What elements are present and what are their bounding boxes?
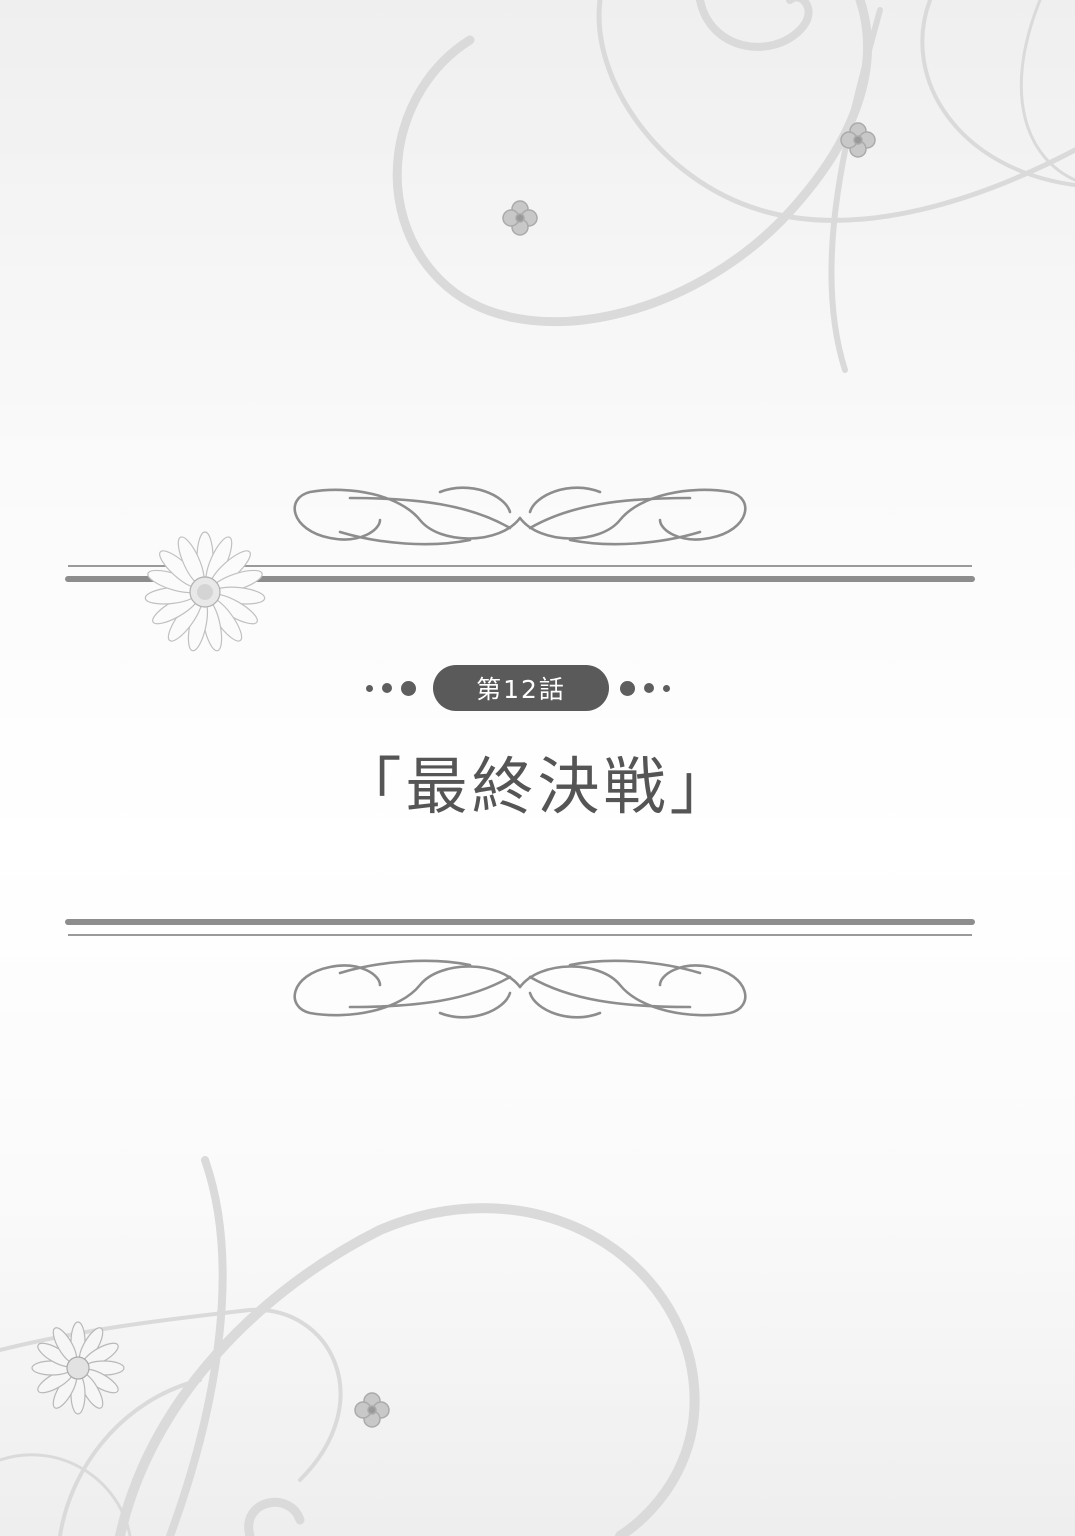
chapter-label: 第12話 — [433, 665, 609, 711]
right-dots — [620, 680, 670, 696]
daisy-icon — [144, 531, 266, 652]
chapter-title-page: 第12話 「最終決戦」 — [0, 0, 1075, 1536]
chapter-title: 「最終決戦」 — [339, 750, 736, 823]
left-dots — [366, 680, 416, 696]
